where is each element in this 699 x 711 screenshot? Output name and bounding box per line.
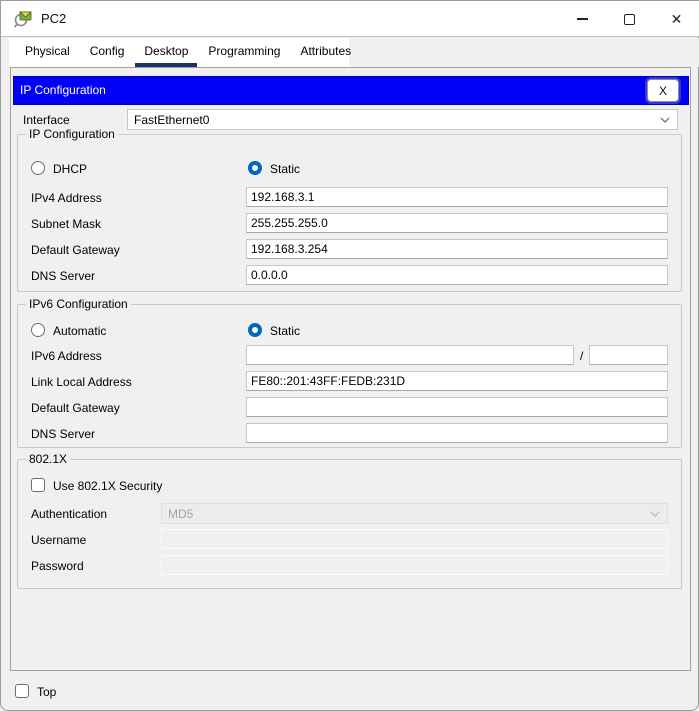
ipv4-static-radio[interactable]	[248, 161, 262, 175]
username-input[interactable]	[161, 529, 668, 549]
subnet-mask-label: Subnet Mask	[31, 217, 101, 231]
dhcp-radio-label: DHCP	[53, 162, 87, 176]
subnet-mask-input[interactable]	[246, 213, 668, 233]
ip-configuration-legend: IP Configuration	[26, 127, 118, 141]
window-controls: ✕	[559, 1, 699, 37]
minimize-icon	[577, 18, 588, 19]
ipv4-address-input[interactable]	[246, 187, 668, 207]
dhcp-radio[interactable]	[31, 161, 45, 175]
interface-label: Interface	[23, 113, 70, 127]
ipv4-static-radio-label: Static	[270, 162, 300, 176]
top-checkbox[interactable]	[15, 684, 29, 698]
ip-configuration-header: IP Configuration	[13, 76, 689, 105]
tab-strip: Physical Config Desktop Programming Attr…	[1, 38, 699, 67]
link-local-address-input[interactable]	[246, 371, 668, 391]
pc-device-window: { "window": { "title": "PC2", "controls"…	[0, 0, 699, 711]
close-button[interactable]: ✕	[653, 1, 699, 37]
ipv6-address-label: IPv6 Address	[31, 349, 102, 363]
maximize-icon	[624, 14, 635, 25]
authentication-label: Authentication	[31, 507, 107, 521]
tab-programming[interactable]: Programming	[199, 38, 289, 67]
password-input[interactable]	[161, 555, 668, 575]
ipv6-static-radio-label: Static	[270, 324, 300, 338]
use-8021x-security-label: Use 802.1X Security	[53, 479, 162, 493]
ipv6-prefix-input[interactable]	[589, 345, 668, 365]
ipv4-address-label: IPv4 Address	[31, 191, 102, 205]
ipv6-automatic-radio-label: Automatic	[53, 324, 106, 338]
ipv6-static-radio[interactable]	[248, 323, 262, 337]
chevron-down-icon	[649, 510, 661, 518]
window-title: PC2	[41, 11, 66, 26]
packet-tracer-app-icon	[13, 9, 33, 29]
dns-server-label: DNS Server	[31, 269, 95, 283]
username-label: Username	[31, 533, 86, 547]
minimize-button[interactable]	[559, 1, 606, 37]
chevron-down-icon	[659, 116, 671, 124]
tab-attributes[interactable]: Attributes	[291, 38, 360, 67]
ipv6-prefix-separator: /	[580, 349, 583, 363]
password-label: Password	[31, 559, 84, 573]
dns-server-input[interactable]	[246, 265, 668, 285]
ipv6-dns-server-input[interactable]	[246, 423, 668, 443]
ipv6-dns-server-label: DNS Server	[31, 427, 95, 441]
ipv6-configuration-legend: IPv6 Configuration	[26, 297, 131, 311]
authentication-dropdown-value: MD5	[168, 507, 193, 521]
ipv6-address-input[interactable]	[246, 345, 574, 365]
close-icon: ✕	[671, 12, 683, 26]
maximize-button[interactable]	[606, 1, 653, 37]
ipv6-default-gateway-input[interactable]	[246, 397, 668, 417]
dot1x-legend: 802.1X	[26, 452, 70, 466]
interface-dropdown-value: FastEthernet0	[134, 113, 209, 127]
tab-config[interactable]: Config	[81, 38, 134, 67]
tab-physical[interactable]: Physical	[16, 38, 79, 67]
applet-close-button[interactable]: X	[647, 79, 679, 102]
link-local-address-label: Link Local Address	[31, 375, 132, 389]
authentication-dropdown[interactable]: MD5	[161, 503, 668, 524]
ipv6-default-gateway-label: Default Gateway	[31, 401, 120, 415]
ipv6-automatic-radio[interactable]	[31, 323, 45, 337]
tab-desktop[interactable]: Desktop	[135, 38, 197, 67]
tab-box: Physical Config Desktop Programming Attr…	[9, 38, 349, 67]
top-checkbox-label: Top	[37, 685, 56, 699]
title-bar: PC2 ✕	[1, 1, 699, 37]
default-gateway-input[interactable]	[246, 239, 668, 259]
default-gateway-label: Default Gateway	[31, 243, 120, 257]
use-8021x-security-checkbox[interactable]	[31, 478, 45, 492]
